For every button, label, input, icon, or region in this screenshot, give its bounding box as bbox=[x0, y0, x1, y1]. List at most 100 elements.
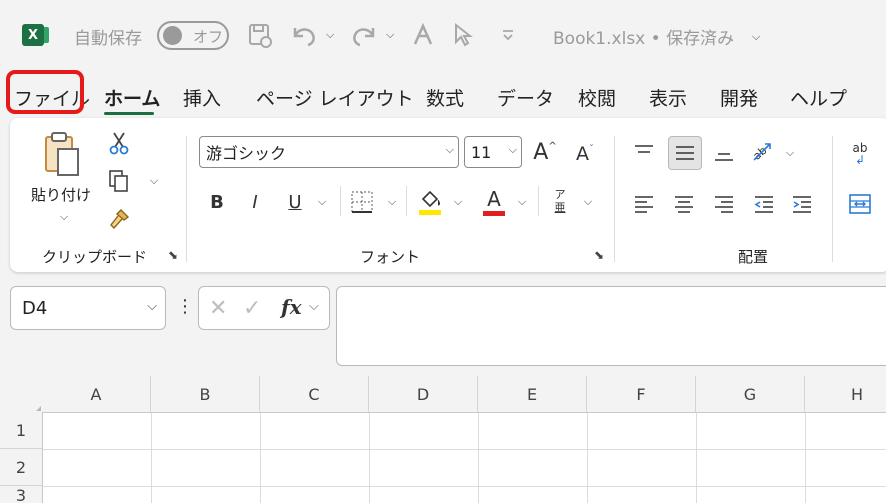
draw-icon[interactable] bbox=[410, 20, 436, 50]
borders-icon[interactable] bbox=[348, 188, 376, 216]
shrink-font-glyph: A bbox=[576, 143, 589, 165]
wrap-text-icon[interactable]: ab ↲ bbox=[846, 138, 874, 170]
align-center-icon[interactable] bbox=[670, 190, 698, 218]
insert-function-button[interactable]: fx bbox=[281, 295, 302, 319]
phonetic-guide-button[interactable]: ア 亜 bbox=[548, 184, 572, 218]
excel-logo-icon: X bbox=[22, 24, 49, 46]
paste-button[interactable] bbox=[40, 130, 84, 178]
tab-developer[interactable]: 開発 bbox=[720, 84, 758, 111]
row-header-1[interactable]: 1 bbox=[0, 412, 42, 449]
align-top-icon[interactable] bbox=[630, 138, 658, 166]
column-header-g[interactable]: G bbox=[696, 376, 805, 412]
orientation-chevron-down-icon[interactable]: ⌵ bbox=[784, 146, 796, 160]
name-box-chevron-down-icon[interactable]: ⌵ bbox=[147, 299, 157, 314]
phonetic-bottom-glyph: 亜 bbox=[554, 201, 566, 214]
font-size-combo[interactable]: 11 ⌵ bbox=[464, 136, 522, 168]
format-painter-icon[interactable] bbox=[106, 206, 132, 232]
autosave-state: オフ bbox=[193, 28, 224, 46]
shrink-font-button[interactable]: Aˇ bbox=[570, 140, 600, 168]
select-icon[interactable] bbox=[452, 20, 474, 50]
align-middle-icon[interactable] bbox=[668, 136, 702, 170]
column-header-d[interactable]: D bbox=[369, 376, 478, 412]
font-launcher-icon[interactable]: ⬊ bbox=[594, 248, 604, 262]
tab-home[interactable]: ホーム bbox=[104, 84, 160, 111]
tab-page-layout[interactable]: ページ レイアウト bbox=[256, 84, 414, 111]
redo-chevron-down-icon[interactable]: ⌵ bbox=[386, 20, 394, 50]
undo-icon[interactable] bbox=[290, 20, 318, 50]
caret-up-icon: ^ bbox=[548, 140, 557, 152]
align-right-icon[interactable] bbox=[710, 190, 738, 218]
redo-icon[interactable] bbox=[350, 20, 378, 50]
column-header-a[interactable]: A bbox=[42, 376, 151, 412]
customize-icon[interactable] bbox=[500, 20, 516, 50]
fill-color-chevron-down-icon[interactable]: ⌵ bbox=[452, 195, 464, 209]
clipboard-group-label: クリップボード bbox=[42, 248, 148, 266]
select-all-triangle-icon bbox=[36, 406, 41, 411]
group-separator bbox=[614, 136, 615, 262]
font-color-chevron-down-icon[interactable]: ⌵ bbox=[516, 195, 528, 209]
orientation-icon[interactable]: ab bbox=[746, 136, 776, 166]
row-header-2[interactable]: 2 bbox=[0, 449, 42, 486]
cell-area[interactable] bbox=[42, 412, 886, 503]
underline-chevron-down-icon[interactable]: ⌵ bbox=[316, 195, 328, 209]
cancel-icon[interactable]: ✕ bbox=[209, 296, 227, 321]
fill-color-icon[interactable] bbox=[416, 186, 444, 218]
column-header-e[interactable]: E bbox=[478, 376, 587, 412]
group-separator bbox=[186, 136, 187, 262]
select-all-corner[interactable] bbox=[0, 376, 42, 412]
copy-chevron-down-icon[interactable]: ⌵ bbox=[148, 174, 160, 188]
column-header-f[interactable]: F bbox=[587, 376, 696, 412]
borders-chevron-down-icon[interactable]: ⌵ bbox=[386, 195, 398, 209]
more-options-icon[interactable]: ⋮ bbox=[176, 296, 194, 317]
autosave-toggle[interactable]: オフ bbox=[157, 21, 229, 50]
title-chevron-down-icon[interactable]: ⌵ bbox=[752, 22, 760, 52]
underline-button[interactable]: U bbox=[284, 188, 306, 216]
font-color-glyph: A bbox=[487, 186, 501, 211]
save-icon[interactable] bbox=[247, 20, 273, 50]
tab-insert[interactable]: 挿入 bbox=[183, 84, 221, 111]
increase-indent-icon[interactable] bbox=[788, 190, 816, 218]
font-name-combo[interactable]: 游ゴシック ⌵ bbox=[199, 136, 459, 168]
ribbon-panel: 貼り付け ⌵ ⌵ クリップボード ⬊ 游ゴシック ⌵ 11 ⌵ A ^ Aˇ B … bbox=[10, 118, 886, 272]
clipboard-launcher-icon[interactable]: ⬊ bbox=[168, 248, 178, 262]
tab-data[interactable]: データ bbox=[497, 84, 554, 111]
tab-formulas[interactable]: 数式 bbox=[426, 84, 464, 111]
divider bbox=[406, 186, 407, 216]
grow-font-button[interactable]: A ^ bbox=[530, 138, 560, 166]
paste-chevron-down-icon[interactable]: ⌵ bbox=[58, 210, 70, 224]
column-header-c[interactable]: C bbox=[260, 376, 369, 412]
active-tab-underline bbox=[104, 112, 154, 115]
cut-icon[interactable] bbox=[106, 130, 132, 156]
font-color-swatch bbox=[483, 210, 505, 216]
undo-chevron-down-icon[interactable]: ⌵ bbox=[326, 20, 334, 50]
tab-help[interactable]: ヘルプ bbox=[790, 84, 847, 111]
name-box[interactable]: D4 ⌵ bbox=[10, 286, 166, 330]
column-header-b[interactable]: B bbox=[151, 376, 260, 412]
spreadsheet-grid: A B C D E F G H 1 2 3 bbox=[0, 376, 886, 503]
tab-review[interactable]: 校閲 bbox=[578, 84, 616, 111]
book-title[interactable]: Book1.xlsx • 保存済み bbox=[553, 24, 734, 49]
align-bottom-icon[interactable] bbox=[710, 140, 738, 168]
font-name-value: 游ゴシック bbox=[206, 144, 287, 163]
tab-view[interactable]: 表示 bbox=[649, 84, 687, 111]
merge-center-icon[interactable] bbox=[846, 190, 874, 218]
autosave-label: 自動保存 bbox=[74, 29, 142, 49]
column-header-h[interactable]: H bbox=[805, 376, 886, 412]
align-left-icon[interactable] bbox=[630, 190, 658, 218]
paste-label[interactable]: 貼り付け bbox=[31, 184, 91, 205]
fx-chevron-down-icon[interactable]: ⌵ bbox=[309, 299, 319, 314]
font-size-value: 11 bbox=[471, 142, 492, 162]
font-color-button[interactable]: A bbox=[480, 186, 508, 218]
row-header-3[interactable]: 3 bbox=[0, 486, 42, 503]
caret-down-icon: ˇ bbox=[589, 143, 594, 155]
phonetic-top-glyph: ア bbox=[554, 188, 566, 201]
phonetic-chevron-down-icon[interactable]: ⌵ bbox=[582, 195, 594, 209]
formula-input[interactable] bbox=[336, 286, 886, 366]
bold-button[interactable]: B bbox=[206, 188, 228, 216]
chevron-down-icon: ⌵ bbox=[508, 143, 517, 156]
italic-button[interactable]: I bbox=[244, 188, 266, 216]
wrap-arrow-icon: ↲ bbox=[854, 153, 866, 167]
enter-icon[interactable]: ✓ bbox=[243, 296, 261, 321]
decrease-indent-icon[interactable] bbox=[750, 190, 778, 218]
copy-icon[interactable] bbox=[106, 168, 132, 194]
